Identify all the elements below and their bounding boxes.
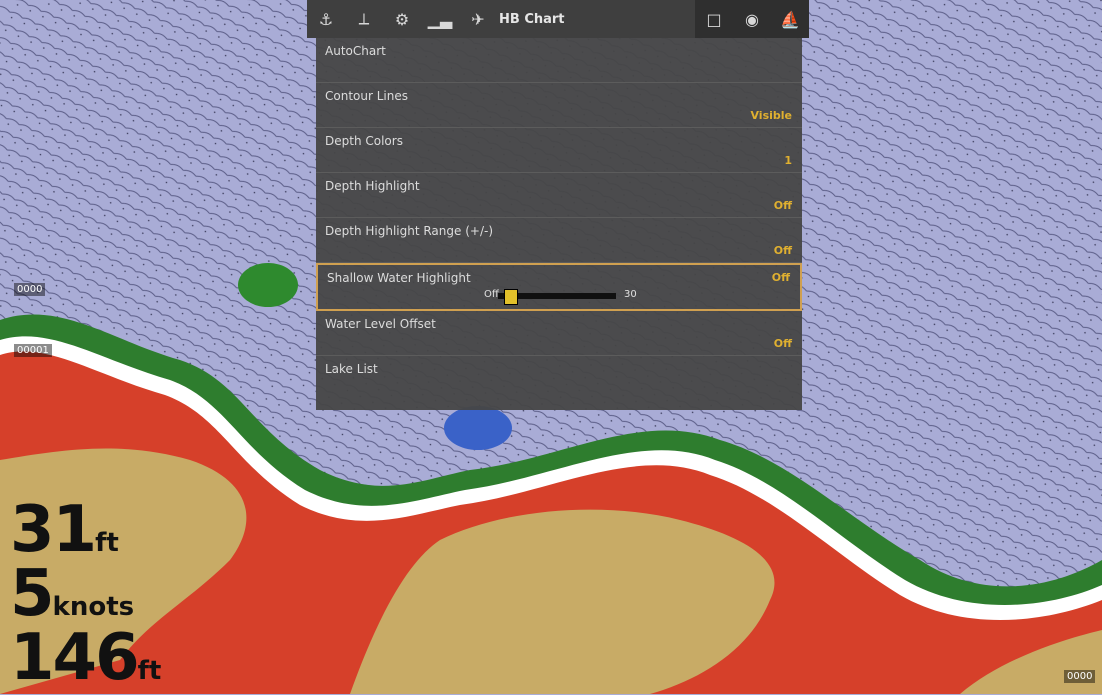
- speed-unit: knots: [52, 592, 135, 622]
- menu-item-depth-highlight[interactable]: Depth Highlight Off: [316, 173, 802, 218]
- menu-item-depth-highlight-range[interactable]: Depth Highlight Range (+/-) Off: [316, 218, 802, 263]
- waypoint-icon[interactable]: ✈: [459, 0, 497, 38]
- map-label-bottom-right: 0000: [1064, 670, 1096, 683]
- slider-min-label: Off: [484, 289, 499, 300]
- menu-item-water-level-offset[interactable]: Water Level Offset Off: [316, 311, 802, 356]
- depth-readout: 31ft: [10, 498, 119, 562]
- navigation-icon[interactable]: ⟂: [345, 0, 383, 38]
- menu-item-value: Off: [773, 199, 792, 212]
- toolbar-right-group: □ ◉ ⛵: [695, 0, 809, 38]
- menu-item-shallow-water-highlight[interactable]: Shallow Water Highlight Off Off 30: [316, 263, 802, 311]
- menu-item-depth-colors[interactable]: Depth Colors 1: [316, 128, 802, 173]
- temp-value: 146: [10, 621, 140, 695]
- menu-item-label: Depth Colors: [325, 134, 403, 148]
- anchor-icon[interactable]: ⚓: [307, 0, 345, 38]
- map-label-a: 0000: [14, 283, 46, 296]
- menu-item-autochart[interactable]: AutoChart: [316, 38, 802, 83]
- depth-value: 31: [10, 493, 97, 567]
- speed-value: 5: [10, 557, 55, 631]
- boat-icon[interactable]: ⛵: [771, 0, 809, 38]
- view-title[interactable]: HB Chart: [499, 12, 631, 27]
- window-icon[interactable]: □: [695, 0, 733, 38]
- menu-item-label: Depth Highlight: [325, 179, 420, 193]
- temp-readout: 146ft: [10, 626, 161, 690]
- top-toolbar: ⚓ ⟂ ⚙ ▁▃ ✈ HB Chart □ ◉ ⛵: [307, 0, 809, 38]
- menu-item-label: AutoChart: [325, 44, 386, 58]
- speed-readout: 5knots: [10, 562, 134, 626]
- signal-icon[interactable]: ▁▃: [421, 0, 459, 38]
- depth-unit: ft: [95, 528, 119, 558]
- menu-item-value: Visible: [750, 109, 792, 122]
- map-label-b: 00001: [14, 344, 52, 357]
- menu-item-value: Off: [773, 244, 792, 257]
- menu-item-label: Lake List: [325, 362, 378, 376]
- temp-unit: ft: [137, 656, 162, 686]
- menu-item-value: Off: [771, 271, 790, 284]
- slider-handle[interactable]: [504, 289, 518, 305]
- chart-menu: AutoChart Contour Lines Visible Depth Co…: [316, 38, 802, 410]
- menu-item-label: Contour Lines: [325, 89, 408, 103]
- target-icon[interactable]: ◉: [733, 0, 771, 38]
- menu-item-label: Water Level Offset: [325, 317, 436, 331]
- menu-item-label: Depth Highlight Range (+/-): [325, 224, 493, 238]
- menu-item-lake-list[interactable]: Lake List: [316, 356, 802, 401]
- slider-max-label: 30: [624, 289, 637, 300]
- shallow-water-slider[interactable]: [498, 289, 616, 305]
- menu-item-label: Shallow Water Highlight: [327, 271, 471, 285]
- menu-item-value: 1: [784, 154, 792, 167]
- menu-item-value: Off: [773, 337, 792, 350]
- menu-item-contour-lines[interactable]: Contour Lines Visible: [316, 83, 802, 128]
- settings-icon[interactable]: ⚙: [383, 0, 421, 38]
